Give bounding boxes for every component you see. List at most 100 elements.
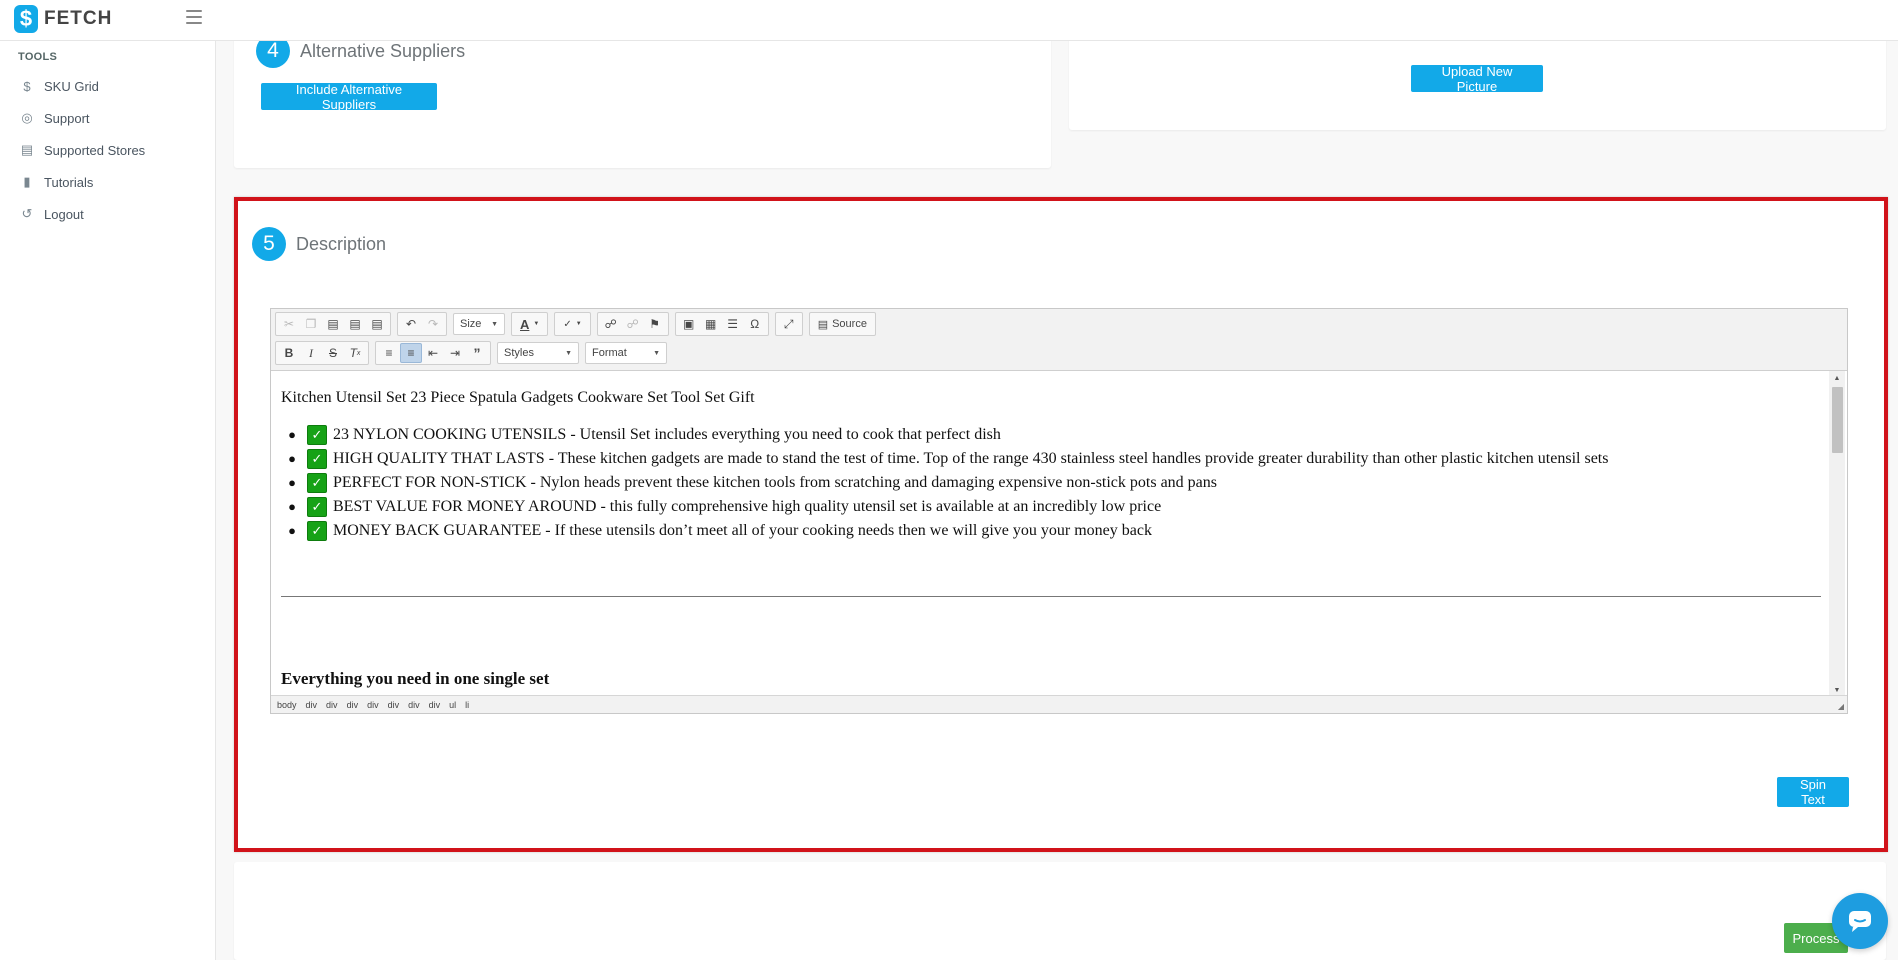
chat-bubble-icon [1849, 911, 1871, 932]
check-icon: ✓ [307, 497, 327, 517]
sidebar-heading: TOOLS [18, 51, 58, 63]
list-item: ● ✓ PERFECT FOR NON-STICK - Nylon heads pr… [288, 473, 1218, 493]
bold-icon[interactable]: B [278, 343, 300, 363]
chevron-down-icon: ▼ [565, 349, 572, 357]
scroll-thumb[interactable] [1832, 387, 1843, 453]
list-item: ● ✓ BEST VALUE FOR MONEY AROUND - this ful… [288, 497, 1162, 517]
editor-content[interactable]: Kitchen Utensil Set 23 Piece Spatula Gad… [271, 371, 1831, 697]
paste-icon[interactable]: ▤ [322, 314, 344, 334]
anchor-icon[interactable]: ⚑ [644, 314, 666, 334]
path-item[interactable]: div [326, 700, 338, 710]
list-item: ● ✓ HIGH QUALITY THAT LASTS - These kitche… [288, 449, 1609, 469]
redo-icon[interactable]: ↷ [422, 314, 444, 334]
paste-text-icon[interactable]: ▤ [344, 314, 366, 334]
format-select-label: Format [592, 347, 627, 359]
lifebuoy-icon: ◎ [21, 110, 33, 125]
resize-grip-icon[interactable]: ◢ [1838, 702, 1844, 711]
store-icon: ▤ [20, 142, 34, 157]
size-select[interactable]: Size ▼ [453, 313, 505, 335]
path-item[interactable]: div [306, 700, 318, 710]
unlink-icon[interactable]: ☍ [622, 314, 644, 334]
sidebar-item-support[interactable]: ◎ Support [20, 107, 90, 129]
scroll-up-icon[interactable]: ▲ [1829, 371, 1845, 385]
list-item-text: MONEY BACK GUARANTEE - If these utensils… [333, 522, 1152, 539]
chat-icon[interactable] [1832, 893, 1888, 949]
basic-styles-group: B I S Tx [275, 341, 369, 365]
logo-text: FETCH [44, 8, 113, 29]
spin-text-button[interactable]: Spin Text [1777, 777, 1849, 807]
menu-toggle-icon[interactable] [186, 10, 202, 24]
source-icon: ▤ [817, 318, 829, 331]
increase-indent-icon[interactable]: ⇥ [444, 343, 466, 363]
cut-icon[interactable]: ✂ [278, 314, 300, 334]
remove-format-icon[interactable]: Tx [344, 343, 366, 363]
italic-icon[interactable]: I [300, 343, 322, 363]
blockquote-icon[interactable]: ” [466, 343, 488, 363]
logo-mark-icon: $ [14, 5, 38, 33]
insert-group: ▣ ▦ ☰ Ω [674, 312, 769, 336]
list-item-text: BEST VALUE FOR MONEY AROUND - this fully… [333, 498, 1162, 515]
sidebar-item-tutorials[interactable]: ▮ Tutorials [20, 171, 93, 193]
sidebar-item-label: Tutorials [44, 174, 94, 190]
decrease-indent-icon[interactable]: ⇤ [422, 343, 444, 363]
bulleted-list-icon[interactable]: ≡ [400, 343, 422, 363]
path-item[interactable]: li [465, 700, 469, 710]
step-header: 5 Description [252, 227, 386, 261]
styles-select[interactable]: Styles ▼ [497, 342, 579, 364]
include-alternative-suppliers-button[interactable]: Include Alternative Suppliers [261, 82, 437, 112]
path-item[interactable]: div [367, 700, 379, 710]
check-icon: ✓ [307, 473, 327, 493]
copy-icon[interactable]: ❐ [300, 314, 322, 334]
clipboard-group: ✂ ❐ ▤ ▤ ▤ [275, 312, 391, 336]
sidebar: TOOLS $ SKU Grid ◎ Support ▤ Supported S… [0, 41, 216, 960]
strikethrough-icon[interactable]: S [322, 343, 344, 363]
editor-scrollbar[interactable]: ▲ ▼ [1829, 371, 1845, 697]
numbered-list-icon[interactable]: ≡ [378, 343, 400, 363]
picture-card: Upload New Picture [1069, 30, 1886, 130]
upload-new-picture-button[interactable]: Upload New Picture [1411, 64, 1543, 94]
check-icon: ✓ [307, 521, 327, 541]
list-item-text: HIGH QUALITY THAT LASTS - These kitchen … [333, 450, 1609, 467]
sidebar-item-supported-stores[interactable]: ▤ Supported Stores [20, 139, 145, 161]
horizontal-line-icon[interactable]: ☰ [722, 314, 744, 334]
table-icon[interactable]: ▦ [700, 314, 722, 334]
link-group: ☍ ☍ ⚑ [596, 312, 669, 336]
logo[interactable]: $ FETCH [14, 5, 112, 33]
sidebar-item-label: Logout [44, 206, 84, 222]
element-path-bar: body div div div div div div div ul li ◢ [271, 695, 1847, 713]
link-icon[interactable]: ☍ [600, 314, 622, 334]
path-item[interactable]: body [277, 700, 297, 710]
format-select[interactable]: Format ▼ [585, 342, 667, 364]
step-title: Alternative Suppliers [300, 40, 466, 61]
list-item-text: 23 NYLON COOKING UTENSILS - Utensil Set … [333, 426, 1001, 443]
paste-word-icon[interactable]: ▤ [366, 314, 388, 334]
sidebar-item-logout[interactable]: ↺ Logout [20, 203, 84, 225]
list-item: ● ✓ MONEY BACK GUARANTEE - If these utensi… [288, 521, 1152, 541]
image-icon[interactable]: ▣ [678, 314, 700, 334]
dollar-circle-icon: $ [23, 78, 31, 94]
spellcheck-group: ✓ ▼ [554, 312, 591, 336]
spellcheck-icon[interactable]: ✓ ▼ [557, 314, 587, 334]
product-title: Kitchen Utensil Set 23 Piece Spatula Gad… [281, 389, 755, 406]
path-item[interactable]: ul [449, 700, 456, 710]
editor-toolbar: ✂ ❐ ▤ ▤ ▤ ↶ ↷ Size ▼ A ▼ ✓ ▼ ☍ ☍ ⚑ ▣ ▦ ☰… [271, 309, 1847, 371]
sidebar-item-label: Supported Stores [44, 142, 146, 158]
source-button[interactable]: ▤ Source [812, 314, 873, 334]
sidebar-item-sku-grid[interactable]: $ SKU Grid [20, 75, 99, 97]
path-item[interactable]: div [408, 700, 420, 710]
sidebar-item-label: Support [44, 110, 90, 126]
special-char-icon[interactable]: Ω [744, 314, 766, 334]
check-icon: ✓ [307, 425, 327, 445]
path-item[interactable]: div [429, 700, 441, 710]
logout-icon: ↺ [21, 206, 33, 221]
undo-group: ↶ ↷ [397, 312, 447, 336]
chevron-down-icon: ▼ [653, 349, 660, 357]
maximize-icon[interactable]: ⤢ [778, 314, 800, 334]
path-item[interactable]: div [388, 700, 400, 710]
chevron-down-icon: ▼ [491, 320, 498, 328]
path-item[interactable]: div [347, 700, 359, 710]
content-heading: Everything you need in one single set [281, 669, 550, 688]
step-title: Description [296, 233, 387, 254]
text-color-icon[interactable]: A ▼ [514, 314, 545, 334]
undo-icon[interactable]: ↶ [400, 314, 422, 334]
